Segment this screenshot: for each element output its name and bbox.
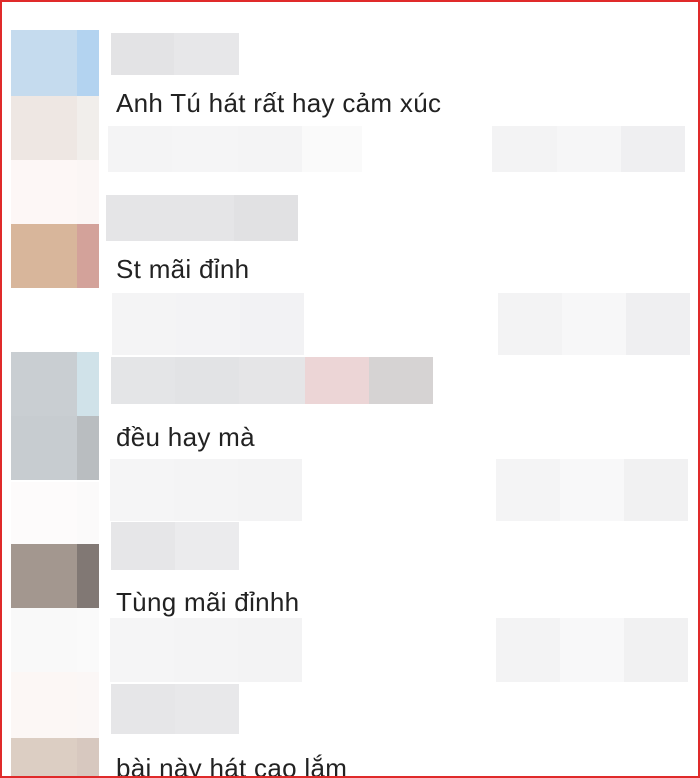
comment-text: Tùng mãi đỉnhh: [116, 587, 300, 617]
comment-text: bài này hát cao lắm: [116, 753, 348, 778]
comment-text: St mãi đỉnh: [116, 254, 250, 284]
comment-text: Anh Tú hát rất hay cảm xúc: [116, 88, 442, 118]
screenshot-frame: Anh Tú hát rất hay cảm xúc St mãi đỉnh đ…: [0, 0, 700, 778]
comment-text: đều hay mà: [116, 422, 255, 452]
comment-list: Anh Tú hát rất hay cảm xúc St mãi đỉnh đ…: [2, 2, 698, 778]
